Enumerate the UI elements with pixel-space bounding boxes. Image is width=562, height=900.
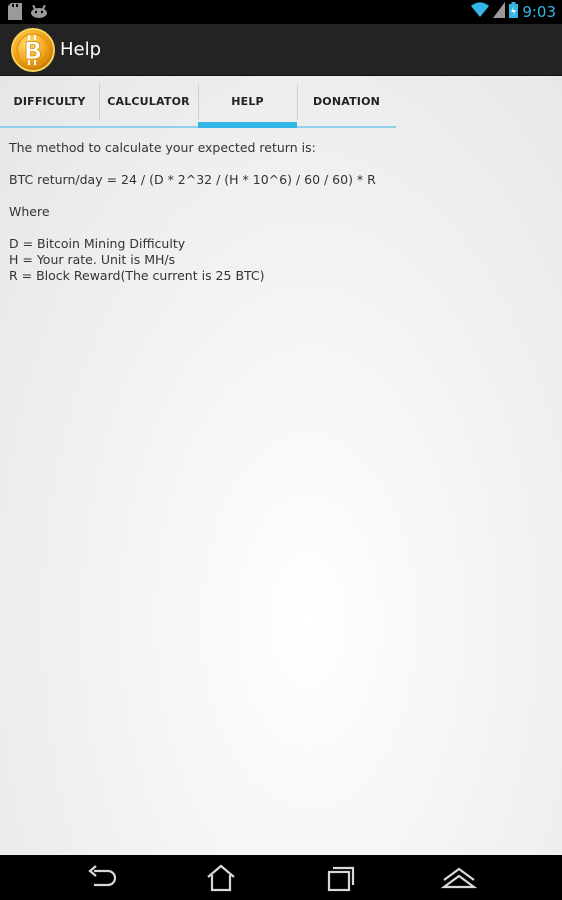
content-area: DIFFICULTY CALCULATOR HELP DONATION The … — [0, 76, 562, 855]
sd-card-icon — [8, 3, 22, 24]
back-icon[interactable] — [84, 863, 120, 893]
android-debug-icon — [30, 3, 48, 24]
page-title: Help — [60, 39, 102, 60]
help-where: Where — [9, 204, 50, 219]
navigation-bar — [0, 855, 562, 900]
tab-bar: DIFFICULTY CALCULATOR HELP DONATION — [0, 76, 396, 128]
bitcoin-logo-icon[interactable]: B — [11, 28, 55, 72]
wifi-icon — [471, 2, 490, 22]
tab-calculator[interactable]: CALCULATOR — [99, 76, 198, 126]
definition-reward: R = Block Reward(The current is 25 BTC) — [9, 268, 265, 283]
tab-donation[interactable]: DONATION — [297, 76, 396, 126]
action-bar: B Help — [0, 24, 562, 76]
status-bar: 9:03 — [0, 0, 562, 24]
notification-icons — [8, 3, 48, 24]
tab-difficulty[interactable]: DIFFICULTY — [0, 76, 99, 126]
clock: 9:03 — [522, 3, 556, 21]
menu-up-icon[interactable] — [440, 863, 478, 893]
definition-difficulty: D = Bitcoin Mining Difficulty — [9, 236, 186, 251]
battery-icon — [509, 2, 519, 22]
help-formula: BTC return/day = 24 / (D * 2^32 / (H * 1… — [9, 172, 376, 187]
system-icons: 9:03 — [471, 2, 556, 22]
tab-help[interactable]: HELP — [198, 76, 297, 128]
svg-text:B: B — [24, 37, 42, 65]
signal-icon — [493, 2, 506, 22]
help-intro: The method to calculate your expected re… — [9, 140, 316, 155]
home-icon[interactable] — [203, 863, 239, 893]
definition-rate: H = Your rate. Unit is MH/s — [9, 252, 176, 267]
recent-apps-icon[interactable] — [323, 863, 359, 893]
help-text: The method to calculate your expected re… — [9, 140, 549, 284]
